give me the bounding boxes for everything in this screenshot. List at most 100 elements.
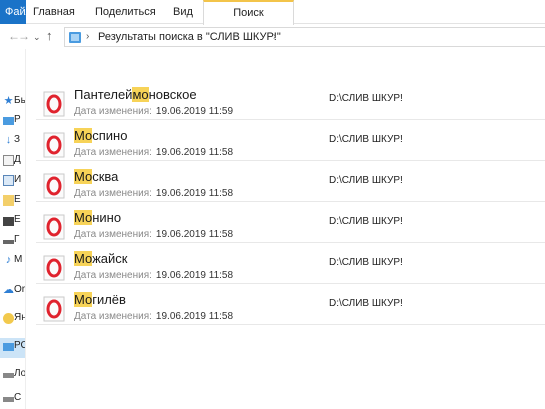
sidebar-item-quick-access[interactable]: ★ Бы [0,93,25,113]
search-match-highlight: Мо [74,292,93,307]
date-value: 19.06.2019 11:58 [155,311,234,322]
opera-file-icon [43,173,65,199]
sidebar-item-drive[interactable]: Г [0,232,25,252]
sidebar-item-label: Ло [14,368,26,379]
file-name-suffix: жайск [92,251,128,266]
list-item[interactable]: Монино Дата изменения: 19.06.2019 11:58 D:\… [36,205,545,243]
file-name-suffix: новское [148,87,197,102]
cloud-icon: ☁ [3,284,14,296]
tab-view[interactable]: Вид [173,0,193,24]
file-path: D:\СЛИВ ШКУР! [329,257,403,268]
download-icon: ↓ [5,134,12,146]
sidebar-item-folder-2[interactable]: Е [0,212,25,232]
navigation-pane: ★ Бы Р ↓ З Д И Е Е Г ♪ М ☁ Or Ян Р [0,49,26,409]
date-label: Дата изменения: [74,311,152,322]
sidebar-item-label: Д [14,154,21,165]
list-item[interactable]: Могилёв Дата изменения: 19.06.2019 11:58 D:… [36,287,545,325]
sidebar-item-network[interactable]: С [0,390,25,409]
navigation-bar: ← → ⌄ ↑ › Результаты поиска в "СЛИВ ШКУР… [0,25,545,49]
music-icon: ♪ [5,254,12,266]
sidebar-item-pictures[interactable]: И [0,172,25,192]
file-date: Дата изменения: 19.06.2019 11:58 [74,311,233,322]
search-results-icon [69,32,81,43]
file-date: Дата изменения: 19.06.2019 11:58 [74,188,233,199]
search-match-highlight: мо [132,87,149,102]
search-match-highlight: Мо [74,169,93,184]
file-path: D:\СЛИВ ШКУР! [329,93,403,104]
list-item[interactable]: Пантелеймоновское Дата изменения: 19.06.20… [36,82,545,120]
star-icon: ★ [3,95,14,107]
sidebar-item-label: Г [14,234,20,245]
sidebar-item-documents[interactable]: Д [0,152,25,172]
file-name[interactable]: Можайск [74,251,127,266]
list-item[interactable]: Моспино Дата изменения: 19.06.2019 11:58 D:… [36,123,545,161]
file-date: Дата изменения: 19.06.2019 11:58 [74,270,233,281]
file-name[interactable]: Моспино [74,128,127,143]
file-name-suffix: сква [92,169,119,184]
file-path: D:\СЛИВ ШКУР! [329,134,403,145]
file-name-suffix: гилёв [92,292,126,307]
opera-file-icon [43,255,65,281]
drive-icon [3,240,14,244]
ribbon: Файл Главная Поделиться Вид Поиск [0,0,545,25]
sidebar-item-label: Ян [14,312,26,323]
document-icon [3,155,14,166]
file-name[interactable]: Монино [74,210,121,225]
chevron-right-icon[interactable]: › [273,31,276,42]
sidebar-item-label: Р [14,114,21,125]
search-match-highlight: Мо [74,128,93,143]
sidebar-item-label: Е [14,214,21,225]
search-match-highlight: Мо [74,251,93,266]
date-value: 19.06.2019 11:59 [155,106,234,117]
folder-icon [3,217,14,226]
file-name[interactable]: Могилёв [74,292,126,307]
tab-home[interactable]: Главная [33,0,75,24]
date-value: 19.06.2019 11:58 [155,229,234,240]
date-label: Дата изменения: [74,229,152,240]
chevron-down-icon[interactable]: ⌄ [33,32,41,43]
folder-icon [3,195,14,206]
arrow-right-icon[interactable]: → [18,29,30,43]
file-name[interactable]: Пантелеймоновское [74,87,197,102]
file-path: D:\СЛИВ ШКУР! [329,298,403,309]
opera-file-icon [43,91,65,117]
this-pc-icon [3,343,14,351]
list-item[interactable]: Можайск Дата изменения: 19.06.2019 11:58 D:… [36,246,545,284]
sidebar-item-label: Or [14,284,26,295]
file-path: D:\СЛИВ ШКУР! [329,175,403,186]
file-date: Дата изменения: 19.06.2019 11:58 [74,147,233,158]
date-value: 19.06.2019 11:58 [155,147,234,158]
address-text: Результаты поиска в "СЛИВ ШКУР!" [98,31,281,43]
list-item[interactable]: Москва Дата изменения: 19.06.2019 11:58 D:\… [36,164,545,202]
tab-search[interactable]: Поиск [203,0,294,25]
arrow-up-icon[interactable]: ↑ [46,28,53,43]
date-label: Дата изменения: [74,188,152,199]
opera-file-icon [43,214,65,240]
chevron-right-icon[interactable]: › [86,31,89,42]
file-name-suffix: спино [92,128,128,143]
date-value: 19.06.2019 11:58 [155,188,234,199]
file-name[interactable]: Москва [74,169,118,184]
file-date: Дата изменения: 19.06.2019 11:58 [74,229,233,240]
desktop-icon [3,117,14,125]
tab-file[interactable]: Файл [0,0,26,24]
sidebar-item-label: Е [14,194,21,205]
sidebar-item-local-disk[interactable]: Ло [0,366,26,386]
sidebar-item-downloads[interactable]: ↓ З [0,132,25,152]
sidebar-item-label: Бы [14,95,25,106]
sidebar-item-onedrive[interactable]: ☁ Or [0,282,26,302]
date-label: Дата изменения: [74,270,152,281]
sidebar-item-desktop[interactable]: Р [0,112,25,132]
sidebar-item-label: М [14,254,23,265]
sidebar-item-folder[interactable]: Е [0,192,25,212]
address-bar[interactable]: › Результаты поиска в "СЛИВ ШКУР!" › [64,27,545,47]
opera-file-icon [43,132,65,158]
sidebar-item-music[interactable]: ♪ М [0,252,25,272]
sidebar-item-yandex-disk[interactable]: Ян [0,310,26,330]
sidebar-item-label: С [14,392,22,403]
yandex-disk-icon [3,313,14,324]
sidebar-item-this-pc[interactable]: РС [0,338,25,358]
search-match-highlight: Мо [74,210,93,225]
tab-share[interactable]: Поделиться [95,0,156,24]
file-name-prefix: Пантелей [74,87,133,102]
